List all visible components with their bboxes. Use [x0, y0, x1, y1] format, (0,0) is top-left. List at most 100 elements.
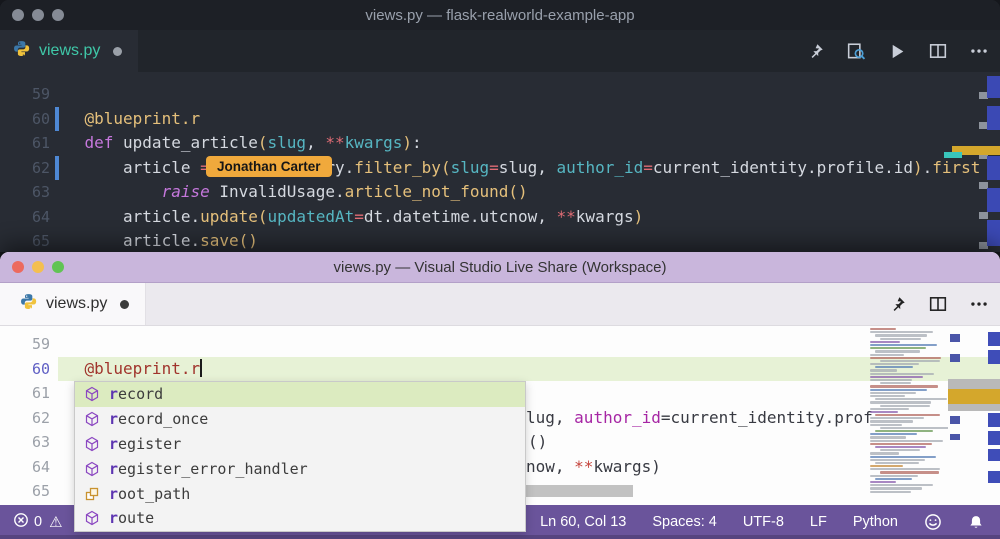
status-item-2[interactable]: UTF-8: [743, 514, 784, 530]
code-line-61[interactable]: 61def update_article(slug, **kwargs):: [0, 131, 1000, 156]
pin-icon[interactable]: [889, 296, 906, 313]
gutter-spacer: [55, 430, 59, 455]
code-line-64[interactable]: 64 article.update(updatedAt=dt.datetime.…: [0, 205, 1000, 230]
code-line-60[interactable]: 60 @blueprint.r: [0, 357, 1000, 382]
cube-icon: [84, 436, 100, 452]
suggestion-item-record[interactable]: record: [75, 382, 525, 407]
editor-top[interactable]: 5960 @blueprint.r61def update_article(slu…: [0, 72, 1000, 252]
scrollbar-vertical[interactable]: [948, 326, 1000, 506]
suggestion-item-record_once[interactable]: record_once: [75, 407, 525, 432]
tab-label: views.py: [39, 42, 100, 60]
zoom-button[interactable]: [52, 9, 64, 21]
window-title: views.py — Visual Studio Live Share (Wor…: [0, 259, 1000, 276]
suggestion-label: route: [109, 509, 154, 527]
window-host-editor: views.py — flask-realworld-example-app v…: [0, 0, 1000, 252]
suggestion-label: root_path: [109, 485, 190, 503]
python-icon: [20, 293, 37, 315]
close-button[interactable]: [12, 9, 24, 21]
suggestion-label: register_error_handler: [109, 460, 308, 478]
gutter-spacer: [55, 332, 59, 357]
minimize-button[interactable]: [32, 9, 44, 21]
line-number: 59: [0, 82, 50, 107]
window-title: views.py — flask-realworld-example-app: [0, 7, 1000, 24]
screen: views.py — flask-realworld-example-app v…: [0, 0, 1000, 539]
code-line-62[interactable]: 62 article = Article.query.filter_by(slu…: [0, 156, 1000, 181]
tabbar-bottom: views.py: [0, 283, 1000, 326]
status-item-3[interactable]: LF: [810, 514, 827, 530]
titlebar-top: views.py — flask-realworld-example-app: [0, 0, 1000, 30]
code-text: article.save(): [59, 229, 258, 252]
text-cursor: [200, 359, 202, 377]
code-text: (): [528, 430, 547, 455]
warning-icon: ⚠: [49, 515, 62, 530]
field-icon: [84, 486, 100, 502]
line-number: 60: [0, 357, 50, 382]
window-controls-bottom: [0, 261, 64, 273]
line-number: 63: [0, 180, 50, 205]
code-text: @blueprint.r: [59, 107, 201, 132]
tab-label: views.py: [46, 295, 107, 313]
minimize-button[interactable]: [32, 261, 44, 273]
suggestion-item-register_error_handler[interactable]: register_error_handler: [75, 456, 525, 481]
line-number: 62: [0, 156, 50, 181]
scrollbar-horizontal[interactable]: [523, 485, 633, 497]
run-icon[interactable]: [889, 43, 906, 60]
suggest-widget: record record_once register register_error_…: [74, 381, 526, 532]
pin-icon[interactable]: [807, 43, 824, 60]
code-line-63[interactable]: 63 raise InvalidUsage.article_not_found(…: [0, 180, 1000, 205]
split-editor-icon[interactable]: [929, 295, 947, 313]
line-number: 62: [0, 406, 50, 431]
code-line-65[interactable]: 65 article.save(): [0, 229, 1000, 252]
code-text: @blueprint.r: [59, 357, 203, 382]
more-icon[interactable]: [970, 295, 988, 313]
code-line-59[interactable]: 59: [0, 332, 1000, 357]
code-line-60[interactable]: 60 @blueprint.r: [0, 107, 1000, 132]
cube-icon: [84, 386, 100, 402]
smiley-icon[interactable]: [924, 513, 942, 531]
warning-count[interactable]: ⚠: [49, 515, 62, 530]
status-item-0[interactable]: Ln 60, Col 13: [540, 514, 626, 530]
modified-dot-icon[interactable]: [113, 47, 122, 56]
window-controls-top: [0, 9, 64, 21]
suggestion-item-root_path[interactable]: root_path: [75, 481, 525, 506]
line-number: 60: [0, 107, 50, 132]
suggestion-item-register[interactable]: register: [75, 432, 525, 457]
editor-actions-top: [807, 30, 988, 72]
tab-views-py[interactable]: views.py: [0, 283, 146, 325]
cube-icon: [84, 411, 100, 427]
bell-icon[interactable]: [968, 514, 984, 531]
code-line-59[interactable]: 59: [0, 82, 1000, 107]
line-number: 63: [0, 430, 50, 455]
suggestion-label: register: [109, 435, 181, 453]
line-number: 61: [0, 381, 50, 406]
line-number: 64: [0, 205, 50, 230]
split-editor-icon[interactable]: [929, 42, 947, 60]
status-item-1[interactable]: Spaces: 4: [652, 514, 717, 530]
statusbar-right: Ln 60, Col 13 Spaces: 4 UTF-8 LF Python: [540, 513, 1000, 531]
more-icon[interactable]: [970, 42, 988, 60]
close-button[interactable]: [12, 261, 24, 273]
suggestion-label: record_once: [109, 410, 208, 428]
code-text: article = Article.query.filter_by(slug=s…: [59, 156, 981, 181]
code-text: lug, author_id=current_identity.prof: [526, 406, 873, 431]
line-number: 65: [0, 479, 50, 504]
line-number: 64: [0, 455, 50, 480]
error-count[interactable]: 0: [13, 512, 42, 532]
status-item-4[interactable]: Python: [853, 514, 898, 530]
modified-dot-icon[interactable]: [120, 300, 129, 309]
suggestion-item-route[interactable]: route: [75, 506, 525, 531]
cube-icon: [84, 461, 100, 477]
code-text: raise InvalidUsage.article_not_found(): [59, 180, 528, 205]
open-preview-icon[interactable]: [847, 42, 866, 61]
line-number: 61: [0, 131, 50, 156]
tab-views-py[interactable]: views.py: [0, 30, 138, 72]
collaborator-cursor-flag: Jonathan Carter: [206, 156, 332, 177]
minimap[interactable]: [868, 328, 948, 504]
gutter-spacer: [55, 406, 59, 431]
line-number: 59: [0, 332, 50, 357]
problems-indicator[interactable]: 0⚠: [0, 512, 63, 532]
editor-actions-bottom: [889, 283, 988, 325]
error-icon: [13, 512, 29, 532]
zoom-button[interactable]: [52, 261, 64, 273]
gutter-spacer: [55, 381, 59, 406]
